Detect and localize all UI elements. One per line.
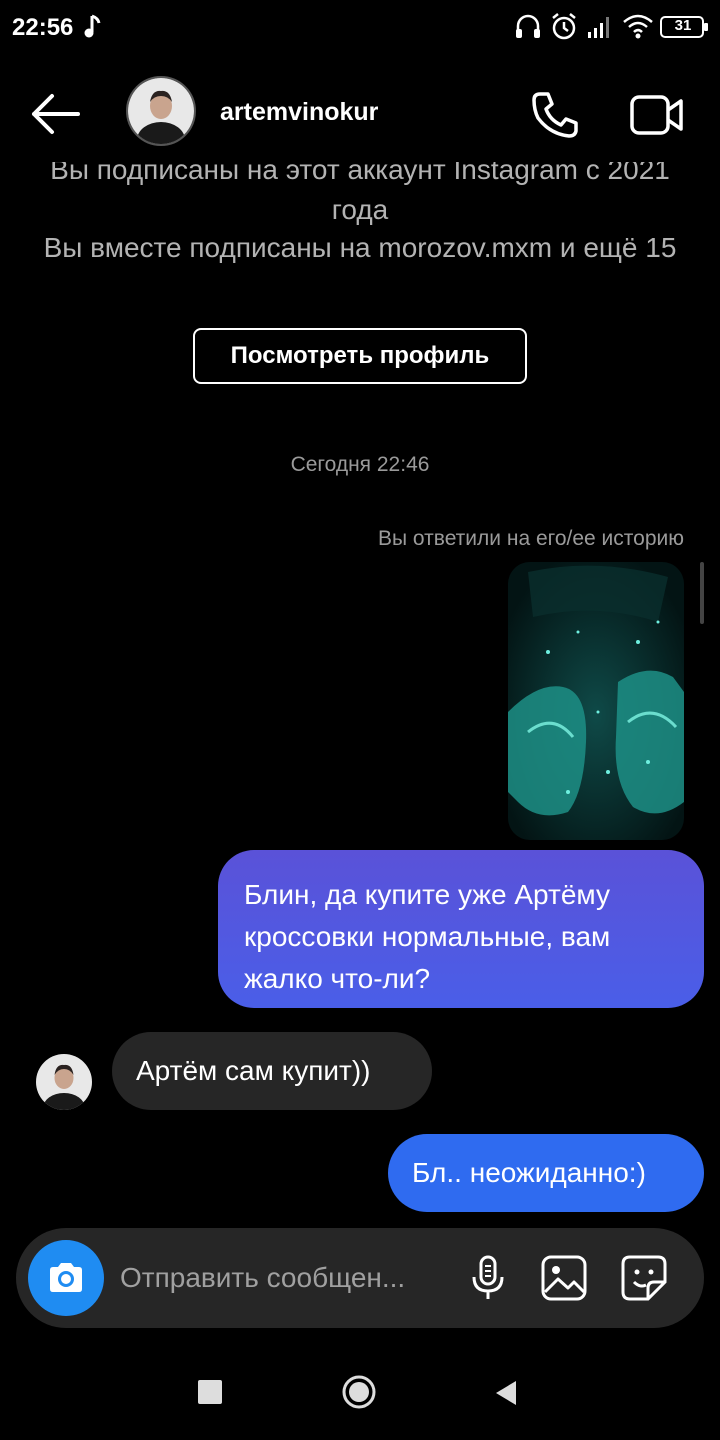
signal-icon	[586, 12, 614, 45]
gallery-icon	[541, 1255, 587, 1301]
phone-icon	[532, 92, 578, 138]
nav-back-icon[interactable]	[494, 1380, 518, 1406]
story-reply-label: Вы ответили на его/ее историю	[378, 527, 684, 550]
sent-message[interactable]: Блин, да купите уже Артёму кроссовки нор…	[218, 850, 704, 1008]
status-time: 22:56	[12, 14, 74, 41]
gallery-button[interactable]	[540, 1254, 588, 1302]
mutual-followers-text: Вы вместе подписаны на morozov.mxm и ещё…	[43, 232, 677, 263]
sent-message[interactable]: Бл.. неожиданно:)	[388, 1134, 704, 1212]
music-note-icon	[84, 14, 104, 45]
camera-button[interactable]	[28, 1240, 104, 1316]
status-bar: 22:56 31	[0, 0, 720, 56]
avatar-image	[36, 1054, 92, 1110]
message-composer	[16, 1228, 704, 1328]
avatar-image	[128, 78, 194, 144]
sticker-button[interactable]	[620, 1254, 668, 1302]
call-button[interactable]	[528, 88, 582, 142]
story-image	[508, 562, 684, 840]
back-arrow-icon	[32, 94, 80, 134]
microphone-icon	[472, 1255, 504, 1299]
alarm-icon	[550, 12, 578, 47]
follow-since-text: Вы подписаны на этот аккаунт Instagram с…	[50, 154, 670, 225]
video-camera-icon	[630, 95, 683, 135]
wifi-icon	[622, 12, 654, 45]
nav-recents-icon[interactable]	[198, 1380, 222, 1404]
headphones-icon	[514, 12, 542, 45]
back-button[interactable]	[28, 90, 84, 138]
view-profile-button[interactable]: Посмотреть профиль	[193, 328, 527, 384]
sender-avatar[interactable]	[36, 1054, 92, 1110]
scroll-indicator[interactable]	[700, 562, 704, 624]
battery-level: 31	[674, 17, 692, 34]
message-timestamp: Сегодня 22:46	[290, 453, 430, 476]
message-input[interactable]	[120, 1258, 450, 1298]
video-call-button[interactable]	[628, 88, 686, 142]
sticker-icon	[621, 1255, 667, 1301]
chat-header: artemvinokur	[0, 66, 720, 162]
voice-message-button[interactable]	[464, 1254, 512, 1302]
username[interactable]: artemvinokur	[220, 98, 378, 127]
avatar[interactable]	[126, 76, 196, 146]
camera-icon	[50, 1263, 82, 1292]
nav-home-icon[interactable]	[342, 1375, 376, 1409]
story-thumbnail[interactable]	[508, 562, 684, 840]
received-message[interactable]: Артём сам купит))	[112, 1032, 432, 1110]
system-nav-bar	[0, 1340, 720, 1440]
